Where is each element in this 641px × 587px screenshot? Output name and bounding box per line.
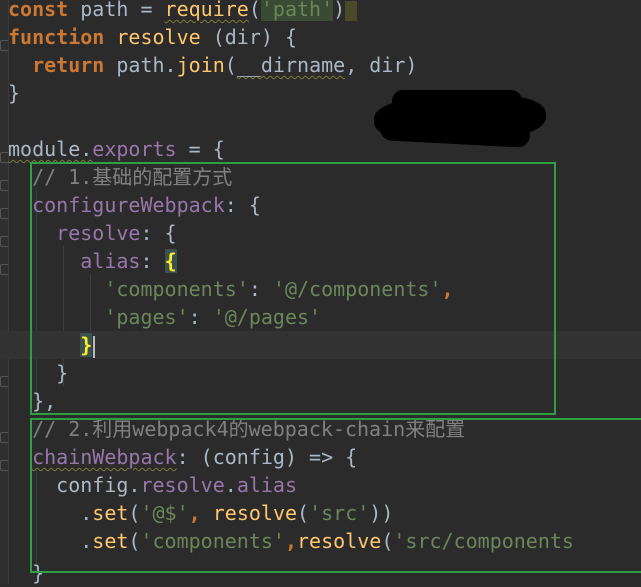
args: , dir) — [345, 53, 418, 77]
code-line-3: return path.join(__dirname, dir) — [8, 51, 417, 79]
string-literal: 'path' — [260, 0, 334, 21]
code-line-6: module.exports = { — [8, 135, 225, 163]
keyword: const — [8, 0, 69, 21]
module-ref: module. — [8, 137, 93, 161]
function-name: resolve — [116, 25, 201, 49]
code-line-4: } — [8, 79, 20, 107]
paren: ( — [224, 53, 237, 77]
code-editor[interactable]: const path = require('path') function re… — [0, 0, 641, 585]
selection-marker — [345, 0, 358, 21]
dirname-ref: __dirname — [236, 53, 346, 77]
function-name: require — [164, 0, 249, 21]
annotation-box-configure-webpack — [30, 162, 556, 415]
fold-marker-icon[interactable] — [0, 180, 8, 191]
fold-marker-icon[interactable] — [0, 208, 8, 219]
property: exports — [92, 137, 177, 161]
params: (dir) { — [200, 25, 297, 49]
redaction-scribble — [392, 90, 522, 112]
fold-marker-icon[interactable] — [0, 40, 8, 51]
annotation-box-chain-webpack — [30, 418, 641, 573]
keyword: function — [8, 25, 105, 49]
fold-marker-icon[interactable] — [0, 152, 8, 163]
code-line-2: function resolve (dir) { — [8, 23, 297, 51]
fold-marker-icon[interactable] — [0, 460, 8, 471]
code-line-1: const path = require('path') — [8, 0, 358, 23]
paren: ( — [248, 0, 261, 21]
function-name: join — [176, 53, 225, 77]
fold-marker-icon[interactable] — [0, 264, 8, 275]
assignment: = { — [176, 137, 225, 161]
paren: ) — [333, 0, 346, 21]
identifier: path = — [68, 0, 165, 21]
keyword: return — [32, 53, 105, 77]
object-ref: path. — [116, 53, 177, 77]
fold-marker-icon[interactable] — [0, 376, 8, 387]
brace: } — [8, 81, 21, 105]
fold-marker-icon[interactable] — [0, 236, 8, 247]
fold-marker-icon[interactable] — [0, 432, 8, 443]
